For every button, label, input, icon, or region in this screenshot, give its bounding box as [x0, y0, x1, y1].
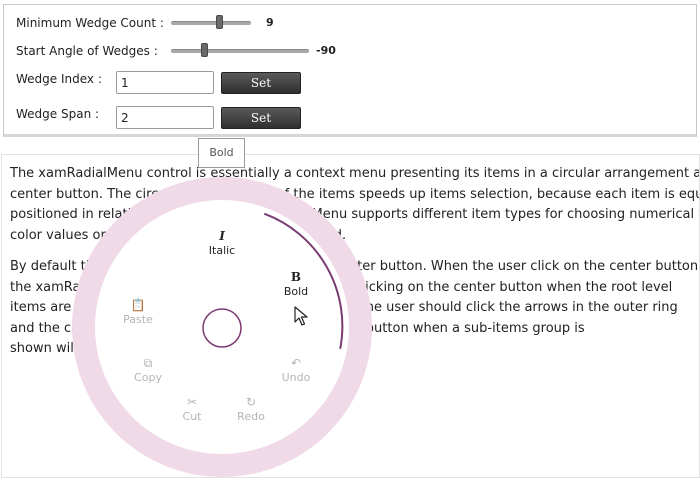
wedge-span-input[interactable]: [116, 106, 214, 129]
menu-item-cut[interactable]: ✂ Cut: [170, 394, 214, 423]
undo-icon: ↶: [290, 356, 302, 370]
menu-item-undo[interactable]: ↶ Undo: [274, 355, 318, 384]
wedge-span-set-button[interactable]: Set: [221, 107, 301, 129]
center-button[interactable]: [202, 308, 242, 348]
min-wedge-count-slider-thumb[interactable]: [216, 15, 223, 29]
copy-icon: ⧉: [143, 356, 153, 370]
redo-icon: ↻: [245, 395, 257, 409]
menu-item-redo[interactable]: ↻ Redo: [229, 394, 273, 423]
menu-item-bold-label: Bold: [283, 285, 309, 298]
menu-item-paste-label: Paste: [123, 313, 153, 326]
min-wedge-count-label: Minimum Wedge Count :: [16, 16, 164, 30]
menu-item-undo-label: Undo: [281, 371, 311, 384]
mouse-cursor-icon: [294, 306, 308, 326]
menu-item-bold[interactable]: B Bold: [274, 269, 318, 298]
start-angle-slider-thumb[interactable]: [201, 43, 208, 57]
menu-item-cut-label: Cut: [182, 410, 202, 423]
radial-menu[interactable]: I Italic B Bold 📋 Paste ⧉ Copy ✂ Cut ↻ R…: [72, 160, 372, 480]
paste-icon: 📋: [130, 298, 146, 312]
settings-panel: Minimum Wedge Count : 9 Start Angle of W…: [3, 4, 697, 137]
min-wedge-count-value: 9: [266, 16, 274, 29]
bold-icon: B: [290, 270, 302, 284]
start-angle-value: -90: [316, 44, 336, 57]
start-angle-slider[interactable]: [171, 49, 309, 53]
menu-item-paste[interactable]: 📋 Paste: [116, 297, 160, 326]
menu-item-italic-label: Italic: [208, 244, 236, 257]
wedge-index-label: Wedge Index :: [16, 72, 102, 86]
menu-item-copy-label: Copy: [134, 371, 162, 384]
italic-icon: I: [219, 229, 225, 243]
menu-item-italic[interactable]: I Italic: [200, 228, 244, 257]
scissors-icon: ✂: [186, 395, 198, 409]
wedge-span-label: Wedge Span :: [16, 107, 100, 121]
menu-item-redo-label: Redo: [237, 410, 265, 423]
start-angle-label: Start Angle of Wedges :: [16, 44, 158, 58]
menu-item-copy[interactable]: ⧉ Copy: [126, 355, 170, 384]
wedge-index-set-button[interactable]: Set: [221, 72, 301, 94]
min-wedge-count-slider[interactable]: [171, 21, 251, 25]
wedge-index-input[interactable]: [116, 71, 214, 94]
